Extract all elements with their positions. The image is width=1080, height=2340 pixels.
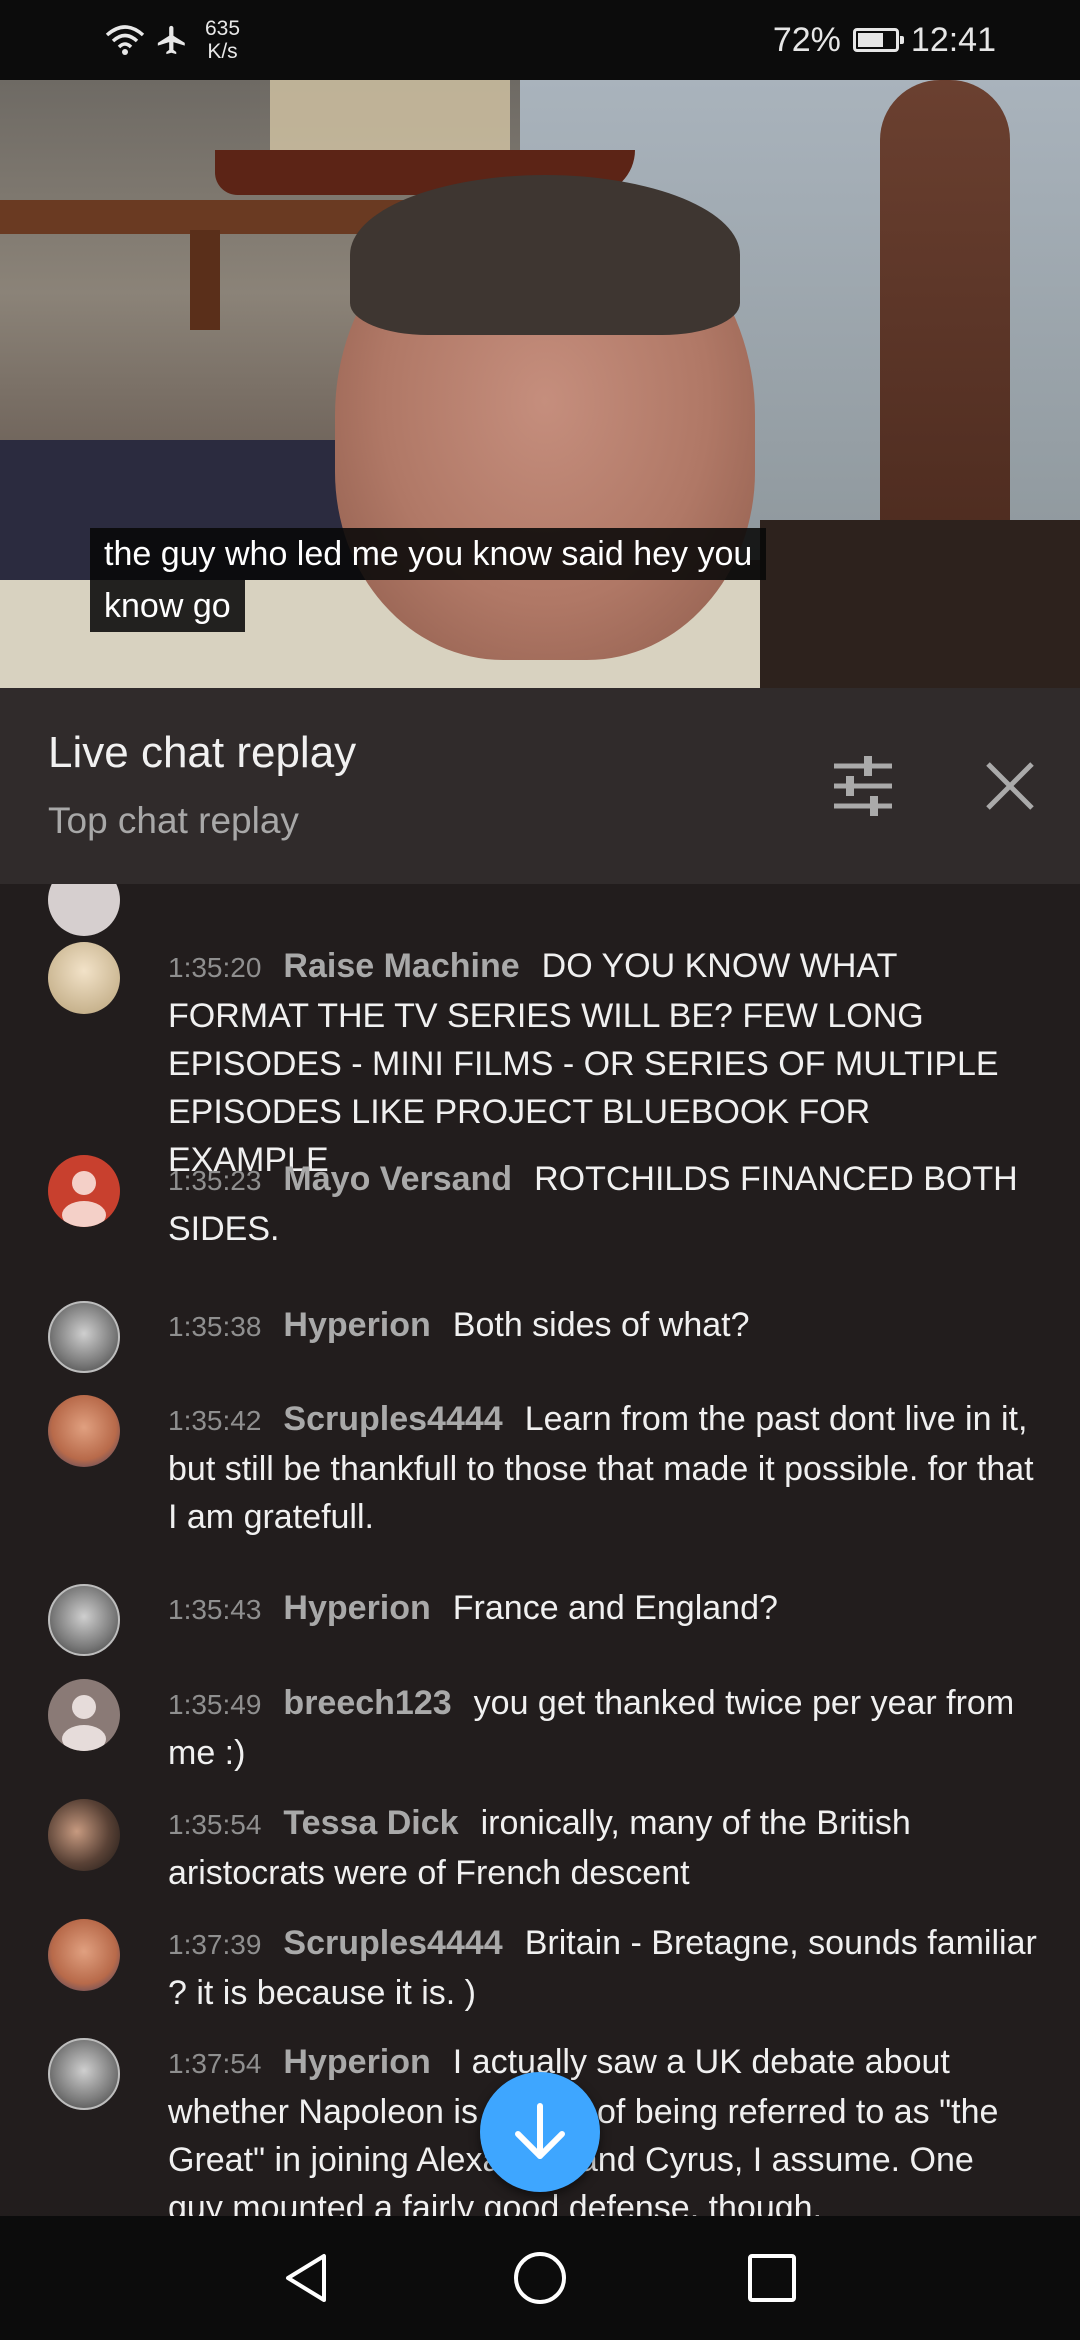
avatar [48, 1301, 120, 1373]
message-author[interactable]: Hyperion [283, 1306, 430, 1344]
live-chat-header: Live chat replay Top chat replay [0, 688, 1080, 884]
message-author[interactable]: Hyperion [283, 1589, 430, 1627]
back-icon[interactable] [278, 2248, 338, 2308]
arrow-down-icon [515, 2103, 565, 2159]
default-user-icon [62, 1695, 106, 1751]
wifi-icon [105, 25, 145, 55]
avatar [48, 1679, 120, 1751]
message-author[interactable]: breech123 [283, 1684, 451, 1722]
video-captions: the guy who led me you know said hey you… [90, 528, 767, 632]
message-text: ironically, many of the British aristocr… [168, 1804, 911, 1892]
recents-icon[interactable] [742, 2248, 802, 2308]
avatar [48, 1919, 120, 1991]
avatar [48, 2038, 120, 2110]
chat-message-list[interactable]: 1:35:20 Raise Machine DO YOU KNOW WHAT FOR… [0, 884, 1080, 2216]
chat-mode-selector[interactable]: Top chat replay [48, 800, 299, 842]
tune-icon[interactable] [830, 756, 896, 816]
airplane-mode-icon [157, 25, 185, 55]
message-time: 1:35:49 [168, 1689, 262, 1720]
message-author[interactable]: Mayo Versand [283, 1160, 512, 1198]
message-author[interactable]: Hyperion [283, 2043, 430, 2081]
message-time: 1:35:38 [168, 1311, 262, 1342]
video-scene-statue [880, 80, 1010, 540]
status-left: 635 K/s [105, 14, 240, 66]
battery-icon [852, 28, 904, 52]
video-scene-shelf-bracket [190, 230, 220, 330]
caption-line-2: know go [90, 580, 245, 632]
message-time: 1:37:39 [168, 1929, 262, 1960]
scroll-to-bottom-button[interactable] [480, 2072, 600, 2192]
clock: 12:41 [910, 20, 996, 59]
message-time: 1:35:42 [168, 1405, 262, 1436]
close-icon[interactable] [980, 756, 1040, 816]
message-time: 1:37:54 [168, 2048, 262, 2079]
avatar-partial [48, 884, 120, 936]
avatar [48, 1584, 120, 1656]
status-right: 72% 12:41 [773, 14, 996, 66]
video-player[interactable]: the guy who led me you know said hey you… [0, 80, 1080, 688]
system-nav-bar [0, 2216, 1080, 2340]
home-icon[interactable] [510, 2248, 570, 2308]
message-author[interactable]: Raise Machine [283, 947, 519, 985]
message-text: Both sides of what? [452, 1306, 750, 1344]
chat-title: Live chat replay [48, 728, 357, 777]
avatar [48, 1155, 120, 1227]
battery-percent: 72% [772, 20, 841, 59]
network-speed-unit: K/s [207, 40, 238, 63]
default-user-icon [62, 1171, 106, 1227]
video-scene-ship-sail [270, 80, 510, 160]
network-speed: 635 K/s [205, 17, 240, 63]
message-author[interactable]: Tessa Dick [283, 1804, 458, 1842]
message-time: 1:35:43 [168, 1594, 262, 1625]
avatar [48, 1395, 120, 1467]
message-text: France and England? [452, 1589, 778, 1627]
message-time: 1:35:23 [168, 1165, 262, 1196]
message-author[interactable]: Scruples4444 [283, 1924, 502, 1962]
video-scene-table [760, 520, 1080, 688]
message-time: 1:35:20 [168, 952, 262, 983]
message-time: 1:35:54 [168, 1809, 262, 1840]
message-author[interactable]: Scruples4444 [283, 1400, 502, 1438]
avatar [48, 942, 120, 1014]
network-speed-value: 635 [205, 17, 241, 40]
status-bar: 635 K/s 72% 12:41 [0, 0, 1080, 80]
avatar [48, 1799, 120, 1871]
video-scene-hair [350, 175, 740, 335]
caption-line-1: the guy who led me you know said hey you [90, 528, 767, 580]
